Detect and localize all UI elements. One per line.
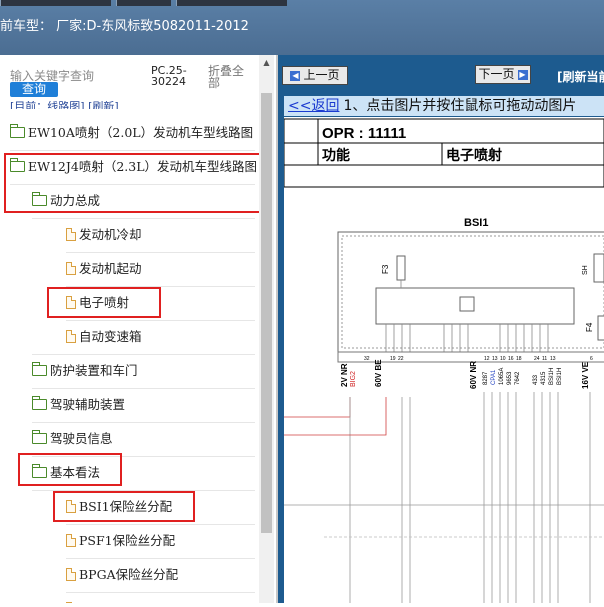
left-navigation-panel: 查询 PC.25-30224 折叠全部 [目前：线路图] [刷新] EW10A喷… bbox=[0, 55, 278, 603]
tree-item-bpga-fuse[interactable]: BPGA保险丝分配 bbox=[66, 558, 178, 592]
tree-item-driving-assist[interactable]: 驾驶辅助装置 bbox=[31, 388, 126, 422]
toolbar-button[interactable] bbox=[0, 0, 111, 6]
pin-number: 16 bbox=[508, 356, 514, 362]
tree-item-partial[interactable] bbox=[66, 592, 79, 603]
scrollbar-thumb[interactable] bbox=[261, 93, 272, 533]
connector-60v-nr: 60V NR bbox=[469, 361, 478, 389]
pin-number: 11 bbox=[542, 356, 547, 362]
pin-number: 12 bbox=[484, 356, 490, 362]
scroll-up-icon[interactable]: ▲ bbox=[259, 57, 274, 69]
shield-label: SH bbox=[582, 265, 589, 275]
pin-label: CPA1 bbox=[491, 369, 497, 385]
fuse-label-f4: F4 bbox=[585, 322, 594, 332]
top-toolbar bbox=[0, 0, 300, 6]
tree-item-label: 驾驶辅助装置 bbox=[50, 397, 126, 412]
pin-label: 9653 bbox=[507, 371, 513, 385]
page-icon bbox=[66, 567, 76, 581]
tree-item-label: EW10A喷射（2.0L）发动机车型线路图 bbox=[28, 125, 254, 140]
fuse-f4 bbox=[597, 315, 604, 341]
left-panel-scrollbar[interactable]: ▲ bbox=[259, 55, 274, 603]
pin-number: 22 bbox=[398, 356, 404, 362]
wiring-diagram-svg[interactable]: OPR : 11111 功能 电子喷射 BSI1 F3 SH F4 2V NR … bbox=[283, 117, 604, 603]
collapse-all-link[interactable]: 折叠全部 bbox=[208, 65, 244, 89]
folder-icon bbox=[31, 361, 47, 376]
tree-item-engine-start[interactable]: 发动机起动 bbox=[66, 252, 142, 286]
function-value: 电子喷射 bbox=[446, 147, 502, 164]
connector-big2: BIG2 bbox=[350, 371, 357, 387]
pin-number: 19 bbox=[390, 356, 396, 362]
instruction-text: 1、点击图片并按住鼠标可拖动动图片 bbox=[343, 98, 577, 114]
tree-item-engine-cooling[interactable]: 发动机冷却 bbox=[66, 218, 142, 252]
page-icon bbox=[66, 329, 76, 343]
back-link[interactable]: <<返回 bbox=[288, 98, 339, 114]
highlight-box bbox=[47, 287, 161, 318]
tree-item-label: 发动机起动 bbox=[79, 261, 142, 276]
pin-number: 13 bbox=[492, 356, 498, 362]
connector-60v-be: 60V BE bbox=[374, 359, 383, 387]
pc-code-label: PC.25-30224 bbox=[151, 64, 187, 88]
tree-item-protection-doors[interactable]: 防护装置和车门 bbox=[31, 354, 138, 388]
arrow-left-icon: ◀ bbox=[290, 70, 301, 81]
page-icon bbox=[66, 227, 76, 241]
next-label: 下一页 bbox=[478, 67, 515, 81]
folder-icon bbox=[31, 395, 47, 410]
page-icon bbox=[66, 533, 76, 547]
pin-label: BSI1H bbox=[549, 368, 555, 385]
next-page-button[interactable]: 下一页 ▶ bbox=[475, 65, 531, 84]
tree-item-psf1-fuse[interactable]: PSF1保险丝分配 bbox=[66, 524, 175, 558]
tree-item-ew10a[interactable]: EW10A喷射（2.0L）发动机车型线路图 bbox=[9, 116, 254, 150]
back-bar: <<返回 1、点击图片并按住鼠标可拖动动图片 bbox=[284, 96, 604, 116]
tree-item-label: BPGA保险丝分配 bbox=[79, 567, 179, 582]
tree-item-automatic-transmission[interactable]: 自动变速箱 bbox=[66, 320, 142, 354]
folder-icon bbox=[9, 123, 25, 138]
pin-label: 7642 bbox=[515, 371, 521, 385]
search-button[interactable]: 查询 bbox=[10, 82, 58, 97]
prev-label: 上一页 bbox=[303, 68, 340, 82]
page-icon bbox=[66, 261, 76, 275]
tree-item-driver-info[interactable]: 驾驶员信息 bbox=[31, 422, 113, 456]
chip-icon bbox=[459, 296, 475, 312]
highlight-box bbox=[4, 153, 263, 213]
shield-box bbox=[593, 253, 604, 283]
refresh-link[interactable]: [刷新当前 bbox=[557, 68, 604, 85]
arrow-right-icon: ▶ bbox=[517, 69, 528, 80]
toolbar-button[interactable] bbox=[116, 0, 171, 6]
pin-label: 4315 bbox=[541, 371, 547, 385]
function-label: 功能 bbox=[322, 147, 350, 164]
folder-icon bbox=[31, 429, 47, 444]
pin-number: 18 bbox=[516, 356, 522, 362]
pin-number: 32 bbox=[364, 356, 370, 362]
connector-16v-ve: 16V VE bbox=[581, 361, 590, 389]
pin-label: 8287 bbox=[483, 371, 489, 385]
current-vehicle-label: 前车型： 厂家:D-东风标致5082011-2012 bbox=[0, 19, 249, 34]
opr-label: OPR : 11111 bbox=[322, 125, 406, 142]
pin-number: 6 bbox=[590, 356, 593, 362]
bsi1-module bbox=[375, 287, 575, 325]
fuse-f3 bbox=[396, 255, 406, 281]
wiring-diagram[interactable]: OPR : 11111 功能 电子喷射 BSI1 F3 SH F4 2V NR … bbox=[283, 117, 604, 603]
breadcrumb[interactable]: [目前：线路图] [刷新] bbox=[10, 101, 119, 109]
pin-number: 13 bbox=[550, 356, 556, 362]
connector-2v-nr: 2V NR bbox=[340, 363, 349, 387]
highlight-box bbox=[18, 453, 122, 486]
prev-page-button[interactable]: ◀ 上一页 bbox=[282, 66, 348, 85]
title-bar: 前车型： 厂家:D-东风标致5082011-2012 bbox=[0, 0, 604, 55]
pin-number: 10 bbox=[500, 356, 506, 362]
tree-item-label: 自动变速箱 bbox=[79, 329, 142, 344]
right-content-panel: ◀上一页 下一页▶ [刷新当前 <<返回1、点击图片并按住鼠标可拖动动图片 OP… bbox=[278, 55, 604, 603]
tree-item-label: 防护装置和车门 bbox=[50, 363, 138, 378]
highlight-box bbox=[53, 491, 195, 522]
tree-item-label: PSF1保险丝分配 bbox=[79, 533, 176, 548]
toolbar-button[interactable] bbox=[176, 0, 287, 6]
divider bbox=[66, 592, 255, 593]
bsi1-title: BSI1 bbox=[464, 217, 488, 229]
tree-item-label: 驾驶员信息 bbox=[50, 431, 113, 446]
fuse-label-f3: F3 bbox=[381, 264, 390, 274]
tree-item-label: 发动机冷却 bbox=[79, 227, 142, 242]
pin-label: BSI1H bbox=[557, 368, 563, 385]
pin-label: 433 bbox=[533, 374, 539, 385]
pin-number: 24 bbox=[534, 356, 540, 362]
pin-label: 1065A bbox=[499, 368, 505, 385]
